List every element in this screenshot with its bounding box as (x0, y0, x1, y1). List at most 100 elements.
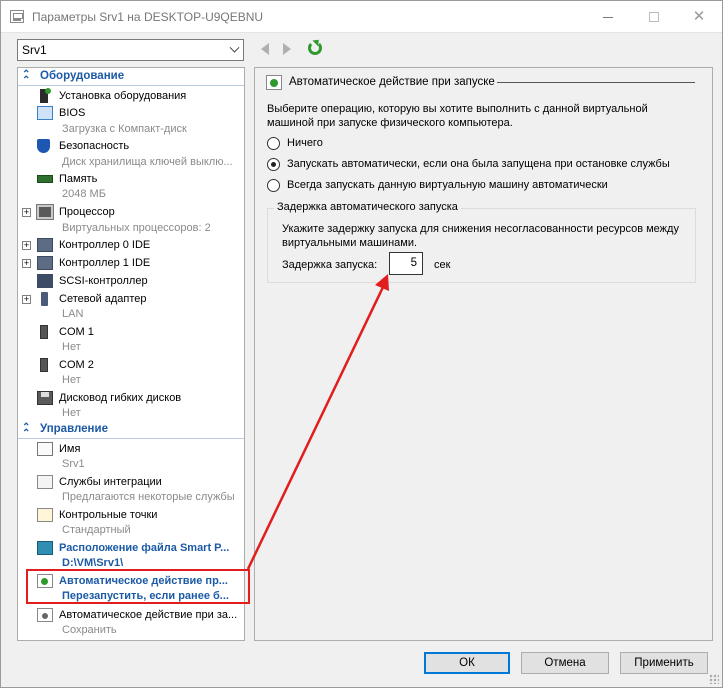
radio-button[interactable] (267, 179, 280, 192)
tree-item-sub: LAN (62, 308, 84, 320)
forward-arrow-icon[interactable] (283, 43, 291, 55)
tree-item-sub: Нет (62, 374, 81, 386)
tree-item-security[interactable]: Безопасность (18, 138, 244, 155)
tree-item-label: Память (59, 173, 98, 185)
tree-item-bios[interactable]: BIOS (18, 105, 244, 122)
radio-button[interactable] (267, 158, 280, 171)
tree-item-sub: Srv1 (62, 458, 85, 470)
com-port-icon (40, 358, 48, 372)
cancel-button[interactable]: Отмена (521, 652, 609, 674)
tree-item-smart-paging[interactable]: Расположение файла Smart P... (18, 540, 244, 557)
radio-label: Всегда запускать данную виртуальную маши… (287, 179, 608, 191)
tree-item-label: Контроллер 1 IDE (59, 257, 151, 269)
close-button[interactable]: ✕ (676, 1, 722, 33)
tree-item-sub: Стандартный (62, 524, 131, 536)
hardware-section-header[interactable]: ⌃ ⌃ Оборудование (18, 70, 244, 86)
tree-item-com2[interactable]: COM 2 (18, 357, 244, 374)
tree-item-add-hardware[interactable]: Установка оборудования (18, 88, 244, 105)
startup-delay-group: Задержка автоматического запуска Укажите… (267, 201, 696, 283)
tree-item-sub: D:\VM\Srv1\ (62, 557, 124, 569)
resize-grip-icon[interactable] (709, 674, 719, 684)
vm-select-value: Srv1 (22, 43, 47, 57)
auto-start-icon (266, 75, 282, 90)
tree-item-sub: Загрузка с Компакт-диск (62, 123, 187, 135)
management-header-label: Управление (40, 423, 108, 435)
delay-unit: сек (434, 259, 451, 271)
scsi-controller-icon (37, 274, 53, 288)
tree-item-sub: Диск хранилища ключей выклю... (62, 156, 233, 168)
group-description: Укажите задержку запуска для снижения не… (282, 223, 679, 249)
tree-item-label: Контрольные точки (59, 509, 158, 521)
tree-item-label: Имя (59, 443, 81, 455)
tree-item-auto-stop[interactable]: Автоматическое действие при за... (18, 607, 244, 624)
maximize-icon (649, 12, 659, 23)
memory-icon (37, 175, 53, 183)
minimize-button[interactable] (585, 1, 631, 33)
window-title: Параметры Srv1 на DESKTOP-U9QEBNU (32, 10, 264, 24)
radio-button[interactable] (267, 137, 280, 150)
bios-icon (37, 106, 53, 120)
tree-item-label: BIOS (59, 107, 86, 119)
tree-item-checkpoints[interactable]: Контрольные точки (18, 507, 244, 524)
panel-title: Автоматическое действие при запуске (289, 76, 495, 88)
tree-item-label: Автоматическое действие при за... (59, 609, 238, 621)
com-port-icon (40, 325, 48, 339)
highlight-box (26, 569, 250, 604)
tree-item-ide0[interactable]: + Контроллер 0 IDE (18, 237, 244, 254)
refresh-icon[interactable] (308, 41, 322, 55)
network-adapter-icon (41, 292, 48, 306)
ide-controller-icon (37, 256, 53, 270)
expand-icon[interactable]: + (22, 241, 31, 250)
panel-description: Выберите операцию, которую вы хотите вып… (267, 103, 648, 129)
vm-select[interactable]: Srv1 (17, 39, 244, 61)
tree-item-label: Службы интеграции (59, 476, 162, 488)
checkpoints-icon (37, 508, 53, 522)
shield-icon (37, 139, 50, 153)
ok-button[interactable]: ОК (424, 652, 510, 674)
back-arrow-icon[interactable] (261, 43, 269, 55)
tree-item-sub: 2048 МБ (62, 188, 106, 200)
tree-item-label: Расположение файла Smart P... (59, 542, 230, 554)
tree-item-sub: Предлагаются некоторые службы (62, 491, 235, 503)
expand-icon[interactable]: + (22, 295, 31, 304)
tree-item-sub: Нет (62, 407, 81, 419)
close-icon: ✕ (692, 8, 706, 25)
tree-item-label: Установка оборудования (59, 90, 187, 102)
tree-item-ide1[interactable]: + Контроллер 1 IDE (18, 255, 244, 272)
delay-label: Задержка запуска: (282, 259, 378, 271)
tree-item-sub: Сохранить (62, 624, 117, 636)
tree-item-com1[interactable]: COM 1 (18, 324, 244, 341)
collapse-icon: ⌃ ⌃ (22, 422, 31, 439)
tree-item-integration[interactable]: Службы интеграции (18, 474, 244, 491)
expand-icon[interactable]: + (22, 208, 31, 217)
tree-item-processor[interactable]: + Процессор (18, 204, 244, 221)
tree-item-name[interactable]: Имя (18, 441, 244, 458)
tree-item-label: Процессор (59, 206, 115, 218)
add-hardware-icon (40, 88, 51, 103)
divider (497, 82, 695, 83)
tree-item-label: Дисковод гибких дисков (59, 392, 182, 404)
tree-item-label: COM 2 (59, 359, 94, 371)
tree-item-memory[interactable]: Память (18, 171, 244, 188)
delay-input[interactable]: 5 (389, 252, 423, 275)
settings-panel: Автоматическое действие при запуске Выбе… (254, 67, 713, 641)
title-bar: Параметры Srv1 на DESKTOP-U9QEBNU ✕ (1, 1, 722, 33)
collapse-icon: ⌃ ⌃ (22, 69, 31, 86)
tree-item-sub: Виртуальных процессоров: 2 (62, 222, 211, 234)
processor-icon (36, 204, 54, 220)
integration-services-icon (37, 475, 53, 489)
tree-item-label: Контроллер 0 IDE (59, 239, 151, 251)
apply-button[interactable]: Применить (620, 652, 708, 674)
ide-controller-icon (37, 238, 53, 252)
maximize-button[interactable] (631, 1, 677, 33)
tree-item-network[interactable]: + Сетевой адаптер (18, 291, 244, 308)
vm-settings-icon (10, 10, 24, 23)
management-section-header[interactable]: ⌃ ⌃ Управление (18, 423, 244, 439)
chevron-down-icon (229, 42, 240, 53)
tree-item-label: Безопасность (59, 140, 130, 152)
expand-icon[interactable]: + (22, 259, 31, 268)
tree-item-floppy[interactable]: Дисковод гибких дисков (18, 390, 244, 407)
tree-item-scsi[interactable]: SCSI-контроллер (18, 273, 244, 290)
group-legend: Задержка автоматического запуска (274, 201, 461, 213)
minimize-icon (603, 16, 613, 18)
